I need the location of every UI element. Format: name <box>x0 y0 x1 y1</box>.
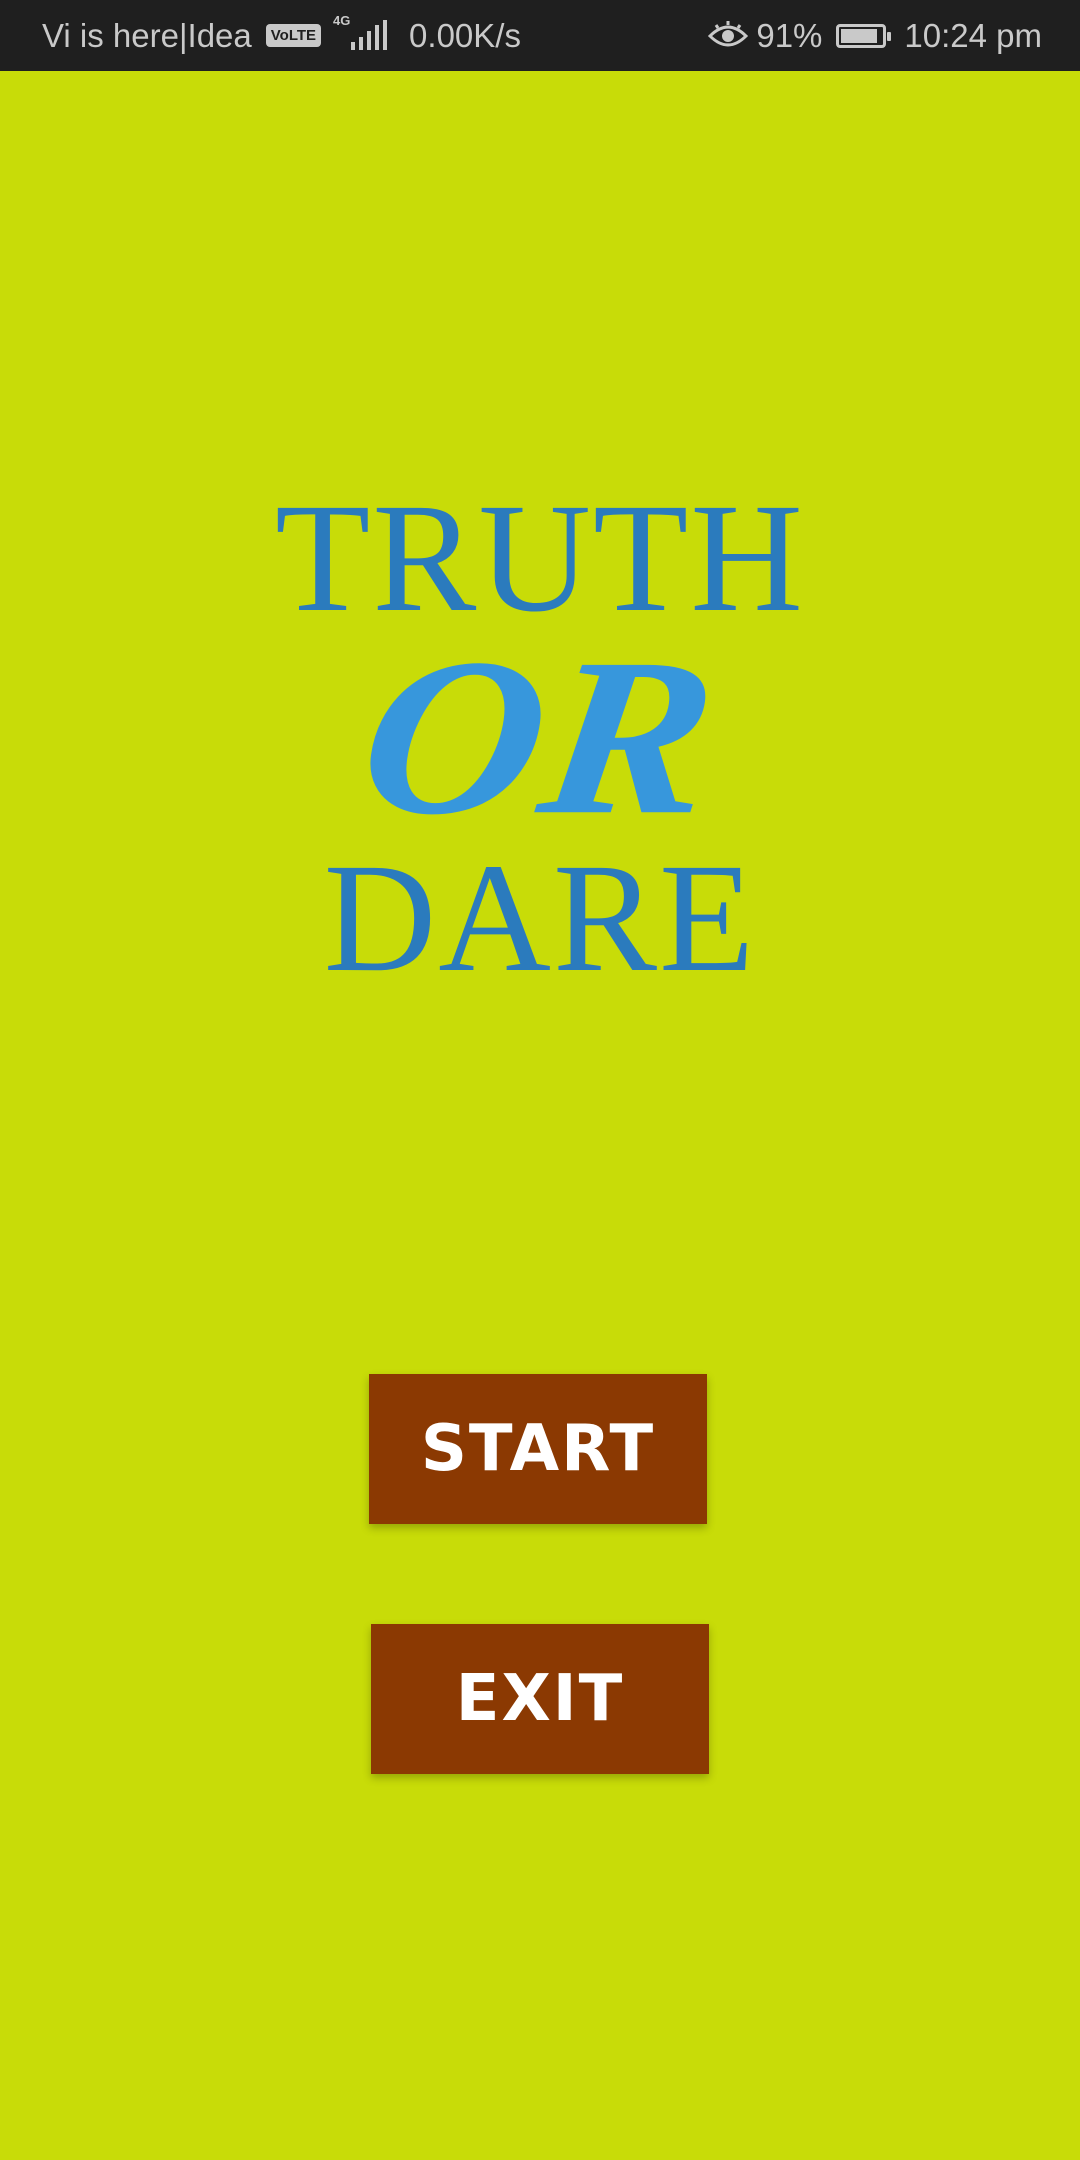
status-left: Vi is here|Idea VoLTE 4G 0.00K/s <box>42 0 521 71</box>
battery-level-fill <box>841 28 878 43</box>
eye-comfort-icon <box>708 20 749 46</box>
logo-or-text: OR <box>346 612 730 862</box>
status-right: 91% 10:24 pm <box>708 0 1042 71</box>
network-type-label: 4G <box>333 12 351 28</box>
status-bar: Vi is here|Idea VoLTE 4G 0.00K/s 91% 10: <box>0 0 1080 71</box>
volte-icon: VoLTE <box>265 24 322 47</box>
carrier-name: Vi is here|Idea <box>42 16 252 54</box>
logo-dare-text: DARE <box>323 831 757 1004</box>
start-button[interactable]: START <box>369 1374 707 1524</box>
status-time: 10:24 pm <box>904 16 1042 54</box>
signal-bars-icon <box>351 19 388 50</box>
exit-button[interactable]: EXIT <box>371 1624 709 1774</box>
network-speed: 0.00K/s <box>409 16 521 54</box>
logo-truth-text: TRUTH <box>275 471 805 644</box>
signal-icon: 4G <box>333 12 389 56</box>
battery-percent: 91% <box>756 16 823 54</box>
app-logo: TRUTH OR DARE <box>0 480 1080 996</box>
battery-icon <box>836 23 892 48</box>
